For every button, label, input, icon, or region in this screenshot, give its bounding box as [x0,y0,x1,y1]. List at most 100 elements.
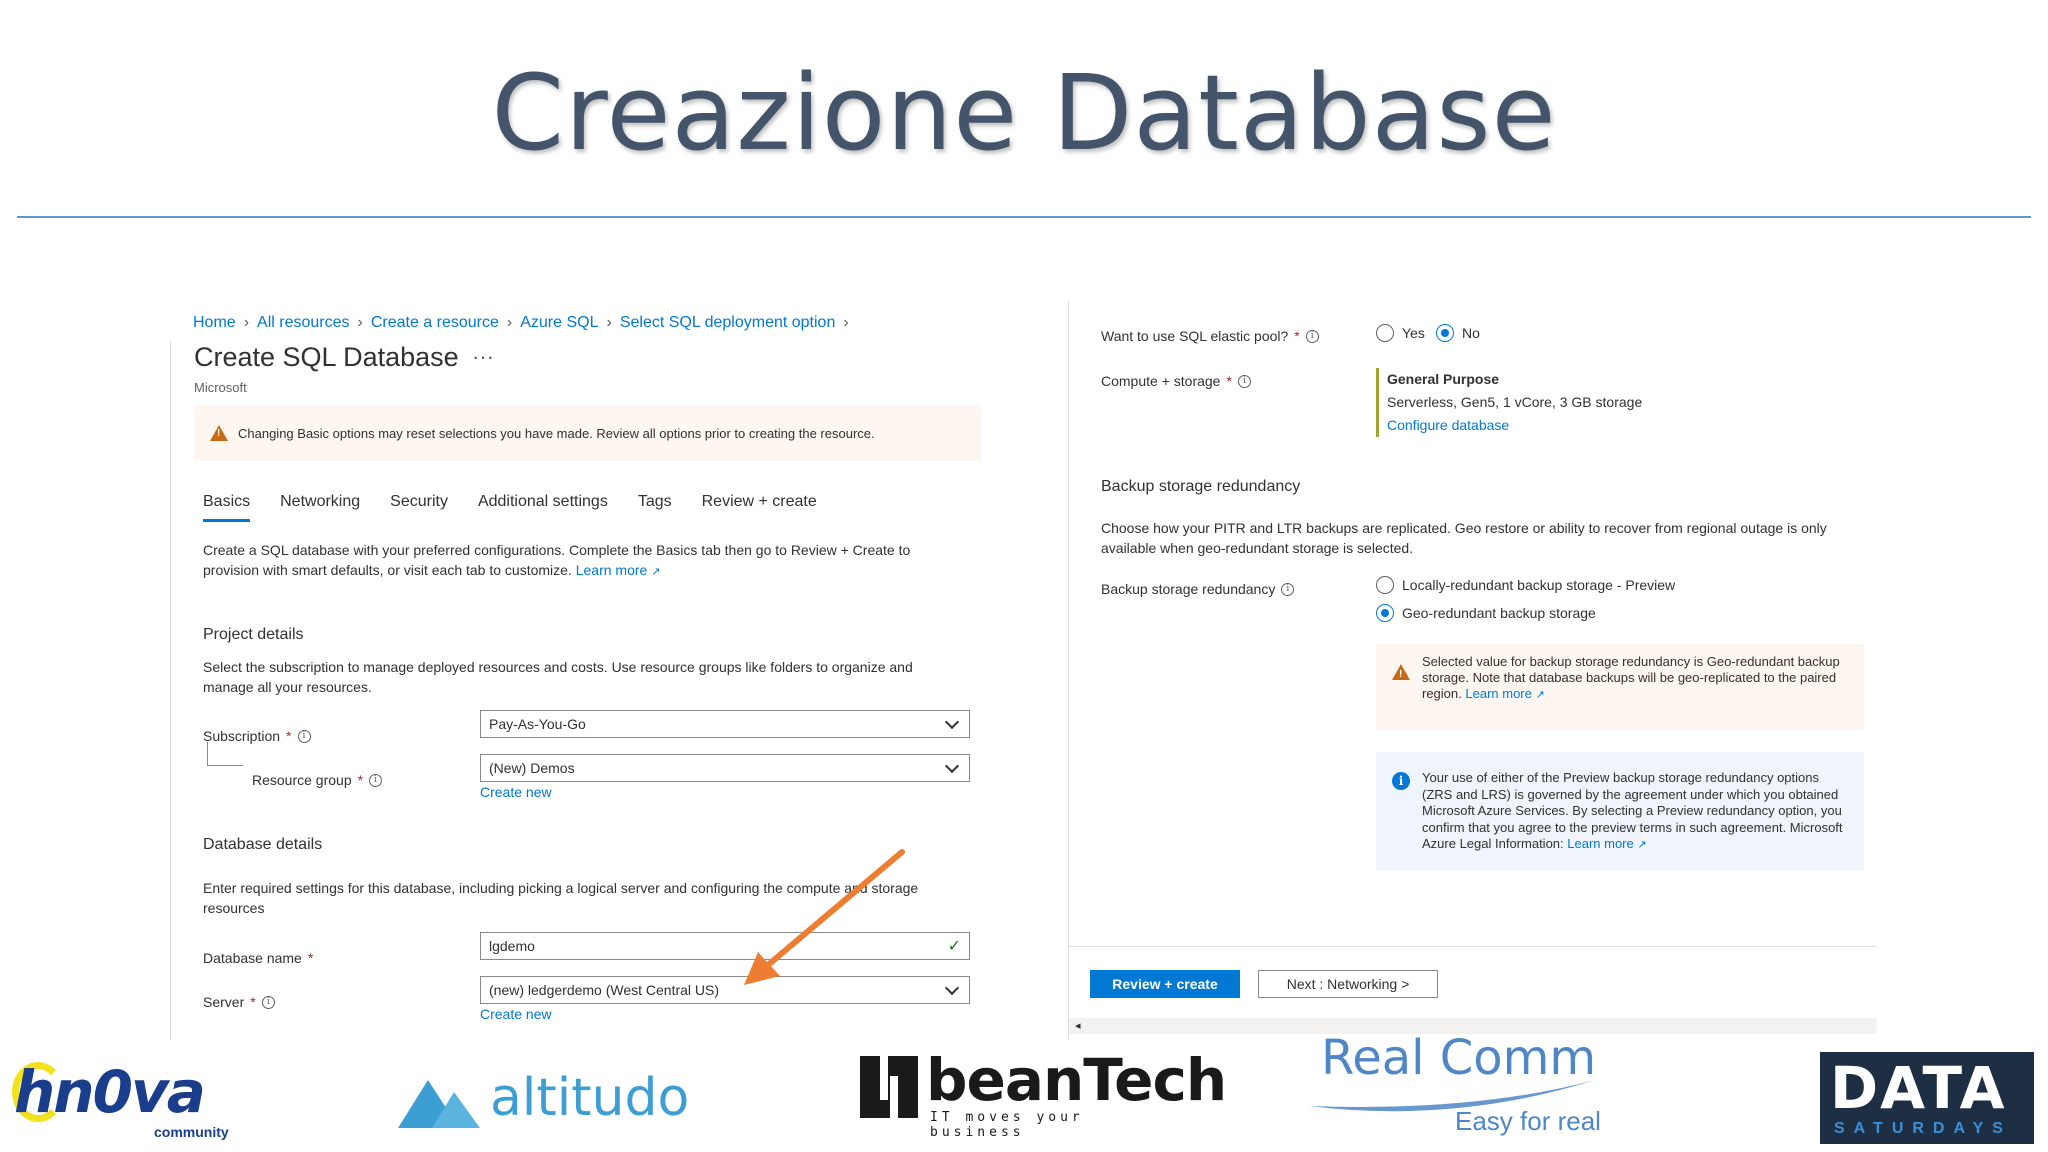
database-name-label: Database name * [203,950,313,966]
backup-option-local[interactable]: Locally-redundant backup storage - Previ… [1376,576,1675,594]
chevron-down-icon [944,758,960,773]
database-details-heading: Database details [203,836,323,853]
beantech-logo: beanTech IT moves your business [860,1046,1227,1140]
create-new-rg-link[interactable]: Create new [480,784,552,800]
backup-redundancy-label-text: Backup storage redundancy [1101,581,1276,597]
resource-group-dropdown[interactable]: (New) Demos [480,754,970,782]
breadcrumb-home[interactable]: Home [193,314,236,332]
realcomm-logo: Real Comm Easy for real [1305,1030,1605,1146]
page-title: Create SQL Database [194,342,459,372]
backup-warning-learn-more[interactable]: Learn more [1465,686,1531,701]
innova-logo-sub: community [154,1124,229,1140]
preview-info: i Your use of either of the Preview back… [1376,752,1864,870]
panel-border [1068,300,1069,1040]
warning-banner-text: Changing Basic options may reset selecti… [238,425,875,441]
altitudo-logo: altitudo [398,1068,690,1132]
settings-panel: Want to use SQL elastic pool? * i Yes No … [1068,300,1878,1040]
elastic-no-label: No [1462,325,1480,341]
beantech-mark-icon [860,1056,918,1118]
info-icon[interactable]: i [261,995,275,1009]
elastic-pool-label: Want to use SQL elastic pool? * i [1101,328,1319,344]
external-link-icon: ↗ [1637,839,1647,851]
data-logo-sub: SATURDAYS [1834,1120,2012,1137]
radio-yes[interactable] [1376,324,1394,342]
warning-icon [1392,664,1410,683]
chevron-right-icon: › [506,314,513,331]
create-new-server-link[interactable]: Create new [480,1006,552,1022]
breadcrumb-create-resource[interactable]: Create a resource [371,314,499,332]
innova-logo: hn0va community [12,1058,234,1142]
compute-summary: General Purpose Serverless, Gen5, 1 vCor… [1376,368,1642,437]
elastic-pool-label-text: Want to use SQL elastic pool? [1101,328,1289,344]
slide-title: Creazione Database [491,52,1557,174]
mountain-icon [398,1080,480,1128]
info-icon[interactable]: i [1237,374,1251,388]
basics-panel: Home › All resources › Create a resource › … [170,300,1050,1040]
review-create-button[interactable]: Review + create [1090,970,1240,998]
breadcrumb: Home › All resources › Create a resource › … [193,314,849,332]
realcomm-logo-sub: Easy for real [1455,1106,1601,1136]
tab-security[interactable]: Security [390,493,448,522]
tab-bar: Basics Networking Security Additional se… [203,493,817,522]
warning-icon [210,425,228,441]
info-icon[interactable]: i [297,729,311,743]
elastic-yes-label: Yes [1402,325,1425,341]
info-icon[interactable]: i [1305,329,1319,343]
info-icon[interactable]: i [369,773,383,787]
required-marker: * [250,994,256,1010]
elastic-pool-yes[interactable]: Yes [1376,324,1425,342]
breadcrumb-azure-sql[interactable]: Azure SQL [520,314,598,332]
subscription-value: Pay-As-You-Go [489,716,586,732]
database-name-value: lgdemo [489,938,535,954]
required-marker: * [357,772,364,788]
tab-tags[interactable]: Tags [638,493,672,522]
tab-review-create[interactable]: Review + create [702,493,817,522]
altitudo-logo-text: altitudo [490,1068,690,1128]
backup-heading: Backup storage redundancy [1101,478,1301,495]
backup-option-geo[interactable]: Geo-redundant backup storage [1376,604,1596,622]
compute-detail: Serverless, Gen5, 1 vCore, 3 GB storage [1387,394,1643,410]
radio-no[interactable] [1436,324,1454,342]
publisher-label: Microsoft [194,380,247,395]
project-details-heading: Project details [203,626,304,643]
warning-banner: Changing Basic options may reset selecti… [194,405,982,461]
compute-storage-label-text: Compute + storage [1101,373,1221,389]
backup-warning: Selected value for backup storage redund… [1376,644,1864,730]
breadcrumb-all-resources[interactable]: All resources [257,314,349,332]
resource-group-label: Resource group * i [252,772,383,788]
required-marker: * [1226,373,1232,389]
tree-connector [207,742,243,766]
chevron-right-icon: › [357,314,363,331]
server-label-text: Server [203,994,245,1010]
server-value: (new) ledgerdemo (West Central US) [489,982,720,998]
chevron-right-icon: › [243,314,250,331]
scroll-left-icon[interactable]: ◂ [1075,1019,1081,1032]
tab-basics[interactable]: Basics [203,493,251,522]
tab-additional-settings[interactable]: Additional settings [478,493,608,522]
elastic-pool-no[interactable]: No [1436,324,1480,342]
resource-group-label-text: Resource group [252,772,352,788]
preview-info-learn-more[interactable]: Learn more [1567,836,1633,851]
server-label: Server * i [203,994,275,1010]
backup-local-label: Locally-redundant backup storage - Previ… [1402,577,1676,593]
subscription-dropdown[interactable]: Pay-As-You-Go [480,710,970,738]
breadcrumb-deployment-option[interactable]: Select SQL deployment option [620,314,836,332]
chevron-right-icon: › [843,314,849,331]
info-icon[interactable]: i [1281,582,1295,596]
radio-local[interactable] [1376,576,1394,594]
tab-networking[interactable]: Networking [280,493,360,522]
required-marker: * [1294,328,1300,344]
required-marker: * [286,728,292,744]
backup-description: Choose how your PITR and LTR backups are… [1101,520,1827,556]
footer-divider [1069,946,1877,947]
database-name-label-text: Database name [203,950,302,966]
chevron-down-icon [944,714,960,729]
project-details-text: Select the subscription to manage deploy… [203,659,913,695]
radio-geo[interactable] [1376,604,1394,622]
intro-body: Create a SQL database with your preferre… [203,542,911,578]
next-networking-button[interactable]: Next : Networking > [1258,970,1438,998]
configure-database-link[interactable]: Configure database [1387,414,1642,437]
checkmark-icon: ✓ [947,938,961,955]
intro-learn-more-link[interactable]: Learn more [576,562,648,578]
more-options-button[interactable]: ··· [472,344,494,370]
